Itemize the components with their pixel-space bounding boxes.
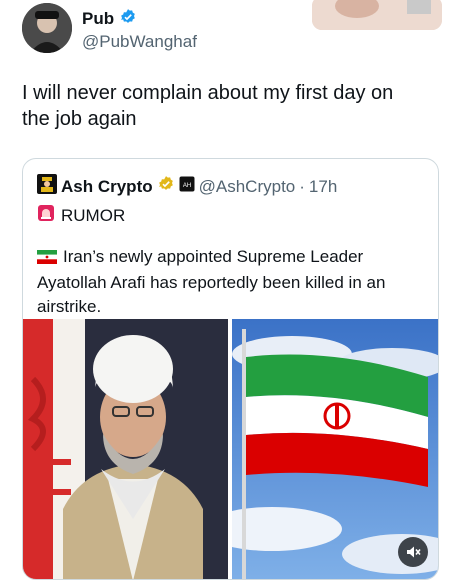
author-name[interactable]: Pub <box>82 9 114 29</box>
verified-badge-icon <box>119 8 137 31</box>
gold-verified-badge-icon <box>157 175 175 198</box>
affiliate-badge-icon: AH <box>179 176 195 197</box>
volume-muted-icon[interactable] <box>398 537 428 567</box>
tweet-author[interactable]: Pub @PubWanghaf <box>82 8 197 52</box>
iran-flag-icon <box>37 247 57 271</box>
avatar[interactable] <box>22 3 72 53</box>
portrait-image[interactable] <box>23 319 228 579</box>
quoted-text: Iran’s newly appointed Supreme Leader Ay… <box>37 247 386 316</box>
quoted-author-name[interactable]: Ash Crypto <box>61 177 153 197</box>
quoted-tweet[interactable]: Ash Crypto AH @AshCrypto · 17h RUMOR Ira… <box>22 158 439 580</box>
tweet-text: I will never complain about my first day… <box>22 82 394 130</box>
siren-icon <box>37 204 55 227</box>
quoted-time[interactable]: 17h <box>309 177 337 197</box>
media-thumbnail[interactable] <box>312 0 442 30</box>
svg-text:AH: AH <box>182 183 190 189</box>
meta-separator: · <box>299 176 305 196</box>
quoted-author-handle[interactable]: @AshCrypto <box>199 177 296 197</box>
quoted-avatar[interactable] <box>37 174 57 199</box>
rumor-label: RUMOR <box>61 205 126 225</box>
quoted-text-block: Iran’s newly appointed Supreme Leader Ay… <box>37 245 422 319</box>
author-handle[interactable]: @PubWanghaf <box>82 32 197 52</box>
